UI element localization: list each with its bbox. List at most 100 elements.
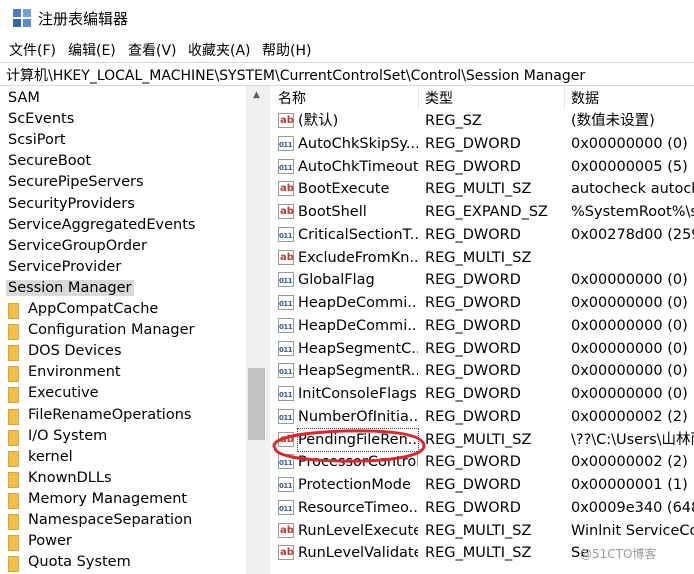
tree-item[interactable]: ServiceProvider: [6, 257, 123, 278]
menu-file[interactable]: 文件(F): [9, 40, 56, 60]
menu-view[interactable]: 查看(V): [128, 40, 177, 60]
tree-scrollbar[interactable]: ▲: [246, 86, 267, 574]
value-name: HeapDeCommi...: [298, 295, 418, 311]
value-type: REG_DWORD: [425, 408, 521, 425]
value-row[interactable]: BootExecute REG_MULTI_SZ autocheck autoch: [272, 178, 694, 200]
menu-edit[interactable]: 编辑(E): [68, 40, 116, 60]
value-row[interactable]: PendingFileRen... REG_MULTI_SZ \??\C:\User…: [272, 427, 694, 452]
value-row[interactable]: ResourceTimeo... REG_DWORD 0x0009e340 (648: [272, 497, 694, 520]
tree-item-label: kernel: [28, 448, 73, 465]
folder-icon: [8, 429, 19, 446]
tree-item-label: Memory Management: [28, 490, 188, 507]
value-type: REG_DWORD: [425, 226, 521, 243]
value-row[interactable]: BootShell REG_EXPAND_SZ %SystemRoot%\sy: [272, 201, 694, 223]
tree-item[interactable]: NamespaceSeparation: [6, 510, 194, 531]
menu-bar: 文件(F) 编辑(E) 查看(V) 收藏夹(A) 帮助(H): [0, 37, 694, 61]
value-name: AutoChkTimeout: [298, 158, 418, 175]
value-row[interactable]: CriticalSectionT... REG_DWORD 0x00278d00 (…: [272, 224, 694, 247]
tree-item[interactable]: SecureBoot: [6, 151, 93, 172]
tree-item-label: ServiceAggregatedEvents: [8, 216, 196, 233]
value-row[interactable]: ProcessorControl REG_DWORD 0x00000002 (2): [272, 451, 694, 474]
folder-icon: [8, 450, 19, 467]
string-value-icon: [278, 429, 294, 451]
tree-item[interactable]: Memory Management: [6, 489, 189, 510]
value-name: HeapDeCommi...: [298, 317, 418, 334]
value-row[interactable]: HeapSegmentC... REG_DWORD 0x00000000 (0): [272, 338, 694, 361]
menu-help[interactable]: 帮助(H): [262, 40, 311, 60]
value-data: 0x00000000 (0): [571, 295, 688, 311]
value-row[interactable]: NumberOfInitia... REG_DWORD 0x00000002 (2): [272, 406, 694, 429]
value-data: 0x00000000 (0): [571, 386, 688, 402]
column-header-type[interactable]: 类型: [425, 88, 453, 110]
scroll-up-arrow-icon[interactable]: ▲: [246, 86, 267, 104]
tree-item[interactable]: Power: [6, 531, 74, 552]
key-tree[interactable]: SAM ScEvents ScsiPort SecureBoot SecurePipeS…: [0, 86, 246, 574]
tree-item[interactable]: kernel: [6, 447, 75, 468]
value-data: %SystemRoot%\sy: [571, 204, 694, 220]
value-data: 0x00000000 (0): [571, 317, 688, 334]
string-value-icon: [278, 178, 294, 200]
value-row[interactable]: AutoChkTimeout REG_DWORD 0x00000005 (5): [272, 156, 694, 179]
value-row[interactable]: AutoChkSkipSy... REG_DWORD 0x00000000 (0): [272, 133, 694, 156]
menu-favorites[interactable]: 收藏夹(A): [188, 40, 251, 60]
scrollbar-thumb[interactable]: [248, 368, 265, 440]
tree-item[interactable]: ServiceAggregatedEvents: [6, 215, 197, 236]
folder-icon: [8, 556, 19, 573]
tree-item[interactable]: ScsiPort: [6, 130, 68, 151]
pane-splitter[interactable]: [267, 86, 270, 574]
tree-item[interactable]: Configuration Manager: [6, 320, 197, 341]
address-path[interactable]: 计算机\HKEY_LOCAL_MACHINE\SYSTEM\CurrentCon…: [6, 65, 585, 85]
tree-item[interactable]: Executive: [6, 383, 101, 404]
folder-icon: [8, 535, 19, 552]
value-row[interactable]: HeapDeCommi... REG_DWORD 0x00000000 (0): [272, 292, 694, 315]
tree-item[interactable]: SAM: [6, 88, 42, 109]
column-divider[interactable]: [418, 86, 419, 110]
tree-item[interactable]: Quota System: [6, 552, 133, 573]
value-row[interactable]: (默认) REG_SZ (数值未设置): [272, 110, 694, 132]
column-divider[interactable]: [564, 86, 565, 110]
value-name: InitConsoleFlags: [298, 386, 417, 402]
value-data: Winlnit ServiceCo: [571, 522, 694, 539]
title-bar: 注册表编辑器: [0, 0, 694, 36]
value-row[interactable]: ProtectionMode REG_DWORD 0x00000001 (1): [272, 474, 694, 497]
tree-item[interactable]: I/O System: [6, 426, 109, 447]
value-row[interactable]: ExcludeFromKn... REG_MULTI_SZ: [272, 247, 694, 269]
tree-item[interactable]: ServiceGroupOrder: [6, 236, 149, 257]
tree-item[interactable]: Session Manager: [6, 278, 134, 299]
address-bar[interactable]: 计算机\HKEY_LOCAL_MACHINE\SYSTEM\CurrentCon…: [0, 62, 694, 86]
tree-item[interactable]: SecurityProviders: [6, 194, 137, 215]
value-row[interactable]: HeapDeCommi... REG_DWORD 0x00000000 (0): [272, 315, 694, 338]
column-header-name[interactable]: 名称: [278, 88, 306, 110]
tree-item[interactable]: ScEvents: [6, 109, 76, 130]
tree-item[interactable]: DOS Devices: [6, 341, 124, 362]
tree-item-label: SecureBoot: [8, 153, 92, 170]
value-row[interactable]: HeapSegmentR... REG_DWORD 0x00000000 (0): [272, 360, 694, 383]
value-data: 0x00000000 (0): [571, 135, 688, 152]
tree-item[interactable]: FileRenameOperations: [6, 405, 193, 426]
tree-item-label: ServiceGroupOrder: [8, 237, 147, 254]
column-header-data[interactable]: 数据: [571, 88, 599, 110]
values-list[interactable]: 名称 类型 数据 (默认) REG_SZ (数值未设置) AutoChkSkipSy.…: [272, 86, 694, 574]
tree-item-label: ScEvents: [8, 111, 75, 128]
value-row[interactable]: InitConsoleFlags REG_DWORD 0x00000000 (0): [272, 383, 694, 406]
value-name: BootExecute: [298, 181, 390, 198]
tree-item-label: DOS Devices: [28, 343, 122, 360]
value-name: NumberOfInitia...: [298, 408, 418, 425]
tree-item[interactable]: Environment: [6, 362, 123, 383]
value-name: HeapSegmentR...: [298, 363, 418, 380]
tree-item[interactable]: KnownDLLs: [6, 468, 114, 489]
folder-icon: [8, 303, 19, 319]
value-name: AutoChkSkipSy...: [298, 135, 418, 152]
value-name: BootShell: [298, 204, 367, 220]
value-type: REG_MULTI_SZ: [425, 545, 532, 562]
tree-item-label: Configuration Manager: [28, 322, 195, 339]
value-row[interactable]: GlobalFlag REG_DWORD 0x00000000 (0): [272, 269, 694, 292]
value-row[interactable]: RunLevelExecute REG_MULTI_SZ Winlnit Servi…: [272, 520, 694, 542]
tree-item[interactable]: AppCompatCache: [6, 299, 160, 320]
value-name: ResourceTimeo...: [298, 499, 418, 516]
value-data: 0x00000000 (0): [571, 363, 688, 380]
tree-item[interactable]: SecurePipeServers: [6, 172, 146, 193]
string-value-icon: [278, 110, 294, 132]
tree-item-label: SAM: [8, 90, 40, 106]
string-value-icon: [278, 247, 294, 269]
